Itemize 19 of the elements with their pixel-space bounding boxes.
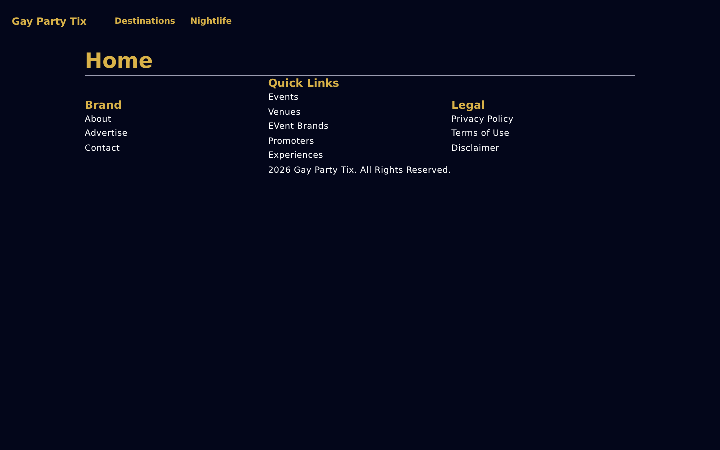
- footer-link[interactable]: Promoters: [268, 134, 314, 149]
- footer-link[interactable]: Advertise: [85, 127, 128, 142]
- site-logo-link[interactable]: Gay Party Tix: [12, 16, 87, 28]
- footer-link[interactable]: Events: [268, 91, 299, 106]
- footer-heading: Brand: [85, 98, 122, 113]
- copyright-text: 2026 Gay Party Tix. All Rights Reserved.: [268, 164, 452, 178]
- page-title: Home: [85, 47, 635, 76]
- footer-link[interactable]: Disclaimer: [452, 142, 500, 156]
- nav-link[interactable]: Destinations: [114, 17, 176, 27]
- footer-link[interactable]: Contact: [85, 142, 120, 156]
- footer-link[interactable]: Experiences: [268, 149, 324, 164]
- footer-heading: Legal: [452, 98, 486, 113]
- footer-link[interactable]: Privacy Policy: [452, 112, 514, 128]
- footer-link[interactable]: EVent Brands: [268, 120, 329, 134]
- footer-link[interactable]: About: [85, 112, 112, 128]
- footer-heading: Quick Links: [268, 76, 340, 91]
- nav-link[interactable]: Nightlife: [190, 17, 232, 27]
- footer-link[interactable]: Venues: [268, 106, 301, 120]
- footer-link[interactable]: Terms of Use: [452, 127, 510, 142]
